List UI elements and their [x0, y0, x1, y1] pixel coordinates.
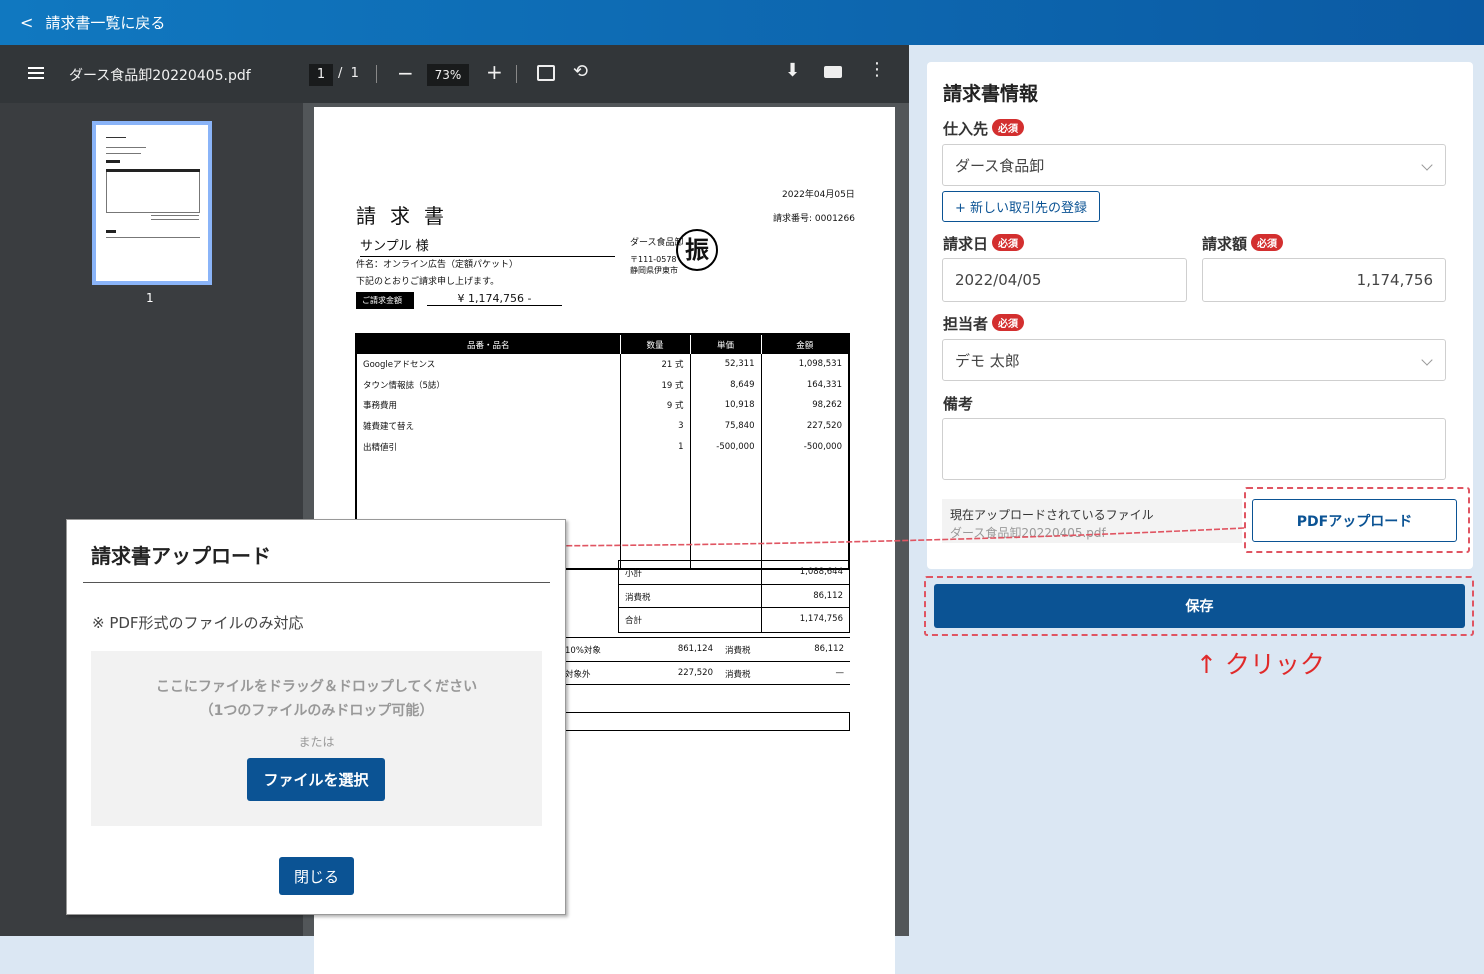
modal-divider: [83, 582, 550, 583]
select-file-button[interactable]: ファイルを選択: [247, 758, 385, 801]
modal-title: 請求書アップロード: [91, 544, 271, 568]
close-modal-button[interactable]: 閉じる: [279, 857, 354, 895]
drop-instruction: ここにファイルをドラッグ＆ドロップしてください: [155, 679, 478, 695]
or-label: または: [298, 735, 335, 749]
modal-note: ※ PDF形式のファイルのみ対応: [92, 614, 304, 632]
file-drop-zone[interactable]: ここにファイルをドラッグ＆ドロップしてください （1つのファイルのみドロップ可能…: [91, 651, 542, 826]
drop-limit-note: （1つのファイルのみドロップ可能）: [199, 703, 434, 719]
upload-modal: 請求書アップロード ※ PDF形式のファイルのみ対応 ここにファイルをドラッグ＆…: [66, 519, 566, 915]
